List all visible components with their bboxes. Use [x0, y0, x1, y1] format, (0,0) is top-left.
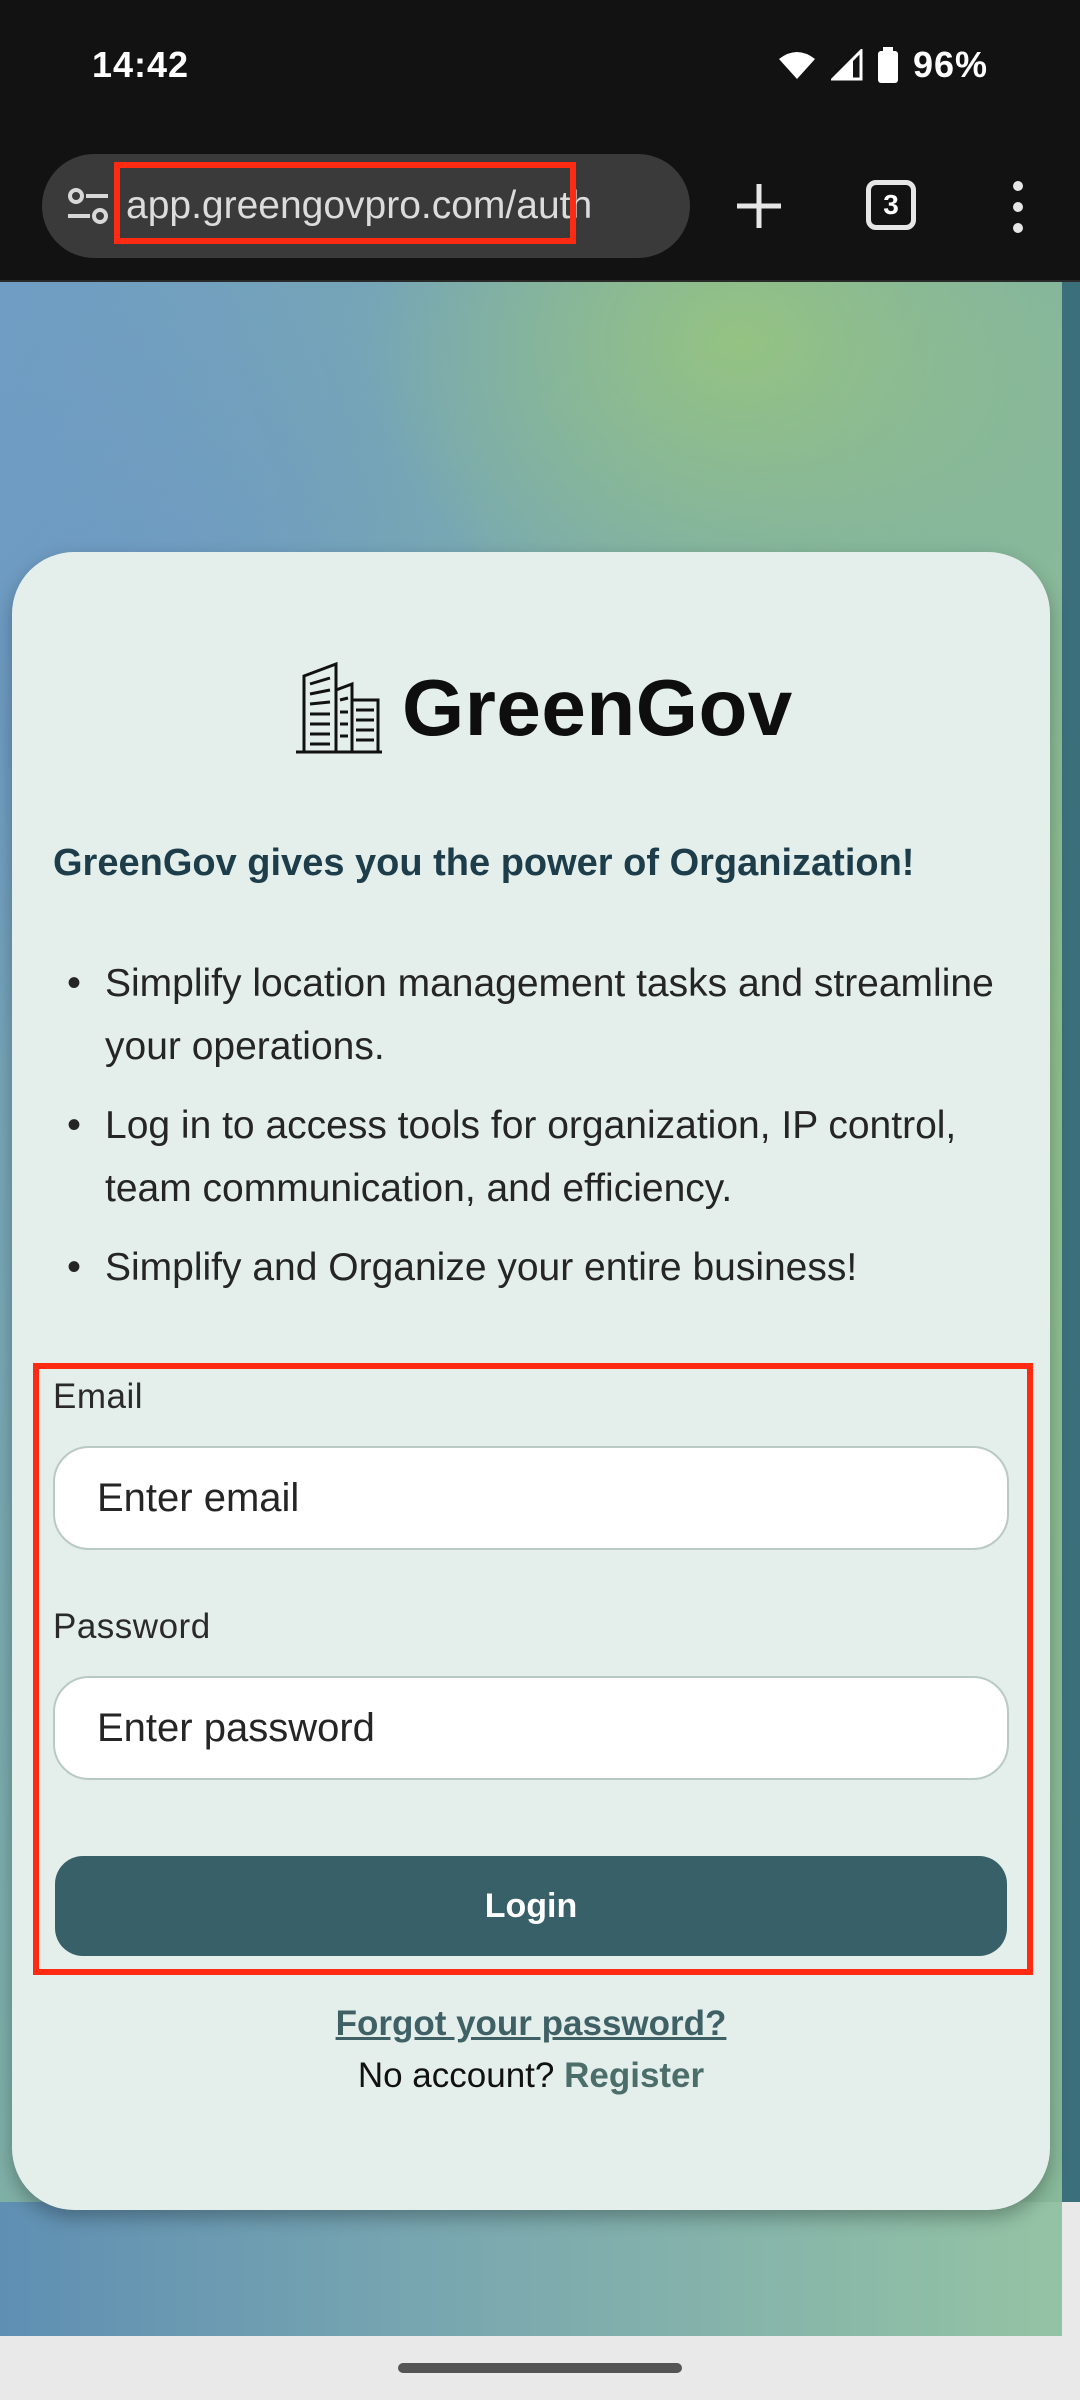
browser-toolbar: app.greengovpro.com/auth 3 — [0, 140, 1080, 282]
features-list: Simplify location management tasks and s… — [53, 952, 1003, 1315]
battery-icon — [877, 47, 898, 83]
signal-icon — [830, 49, 863, 81]
scrollbar[interactable] — [1062, 282, 1080, 2202]
forgot-password-link[interactable]: Forgot your password? — [0, 2004, 1062, 2044]
page-background-bottom — [0, 2202, 1062, 2336]
buildings-icon — [296, 661, 382, 754]
login-button[interactable]: Login — [55, 1856, 1007, 1956]
address-bar[interactable]: app.greengovpro.com/auth — [42, 154, 690, 258]
register-link[interactable]: Register — [564, 2056, 704, 2095]
more-vert-icon[interactable] — [1002, 172, 1034, 242]
tabs-icon[interactable]: 3 — [866, 180, 916, 230]
site-settings-icon[interactable] — [64, 182, 112, 230]
status-bar: 14:42 96% — [0, 0, 1080, 140]
logo-text: GreenGov — [402, 663, 793, 752]
home-handle[interactable] — [398, 2363, 682, 2373]
password-label: Password — [53, 1607, 211, 1646]
register-line: No account? Register — [0, 2056, 1062, 2096]
battery-percentage: 96% — [912, 44, 988, 85]
url-text[interactable]: app.greengovpro.com/auth — [126, 180, 686, 232]
wifi-icon — [778, 52, 815, 79]
no-account-text: No account? — [357, 2056, 555, 2095]
feature-item: Simplify and Organize your entire busine… — [53, 1236, 1003, 1299]
email-label: Email — [53, 1377, 144, 1416]
tagline: GreenGov gives you the power of Organiza… — [53, 842, 915, 884]
email-field[interactable] — [53, 1446, 1009, 1550]
password-field[interactable] — [53, 1676, 1009, 1780]
status-icons: 96% — [777, 44, 988, 86]
feature-item: Simplify location management tasks and s… — [53, 952, 1003, 1078]
logo: GreenGov — [294, 660, 793, 756]
plus-icon[interactable] — [725, 172, 793, 240]
feature-item: Log in to access tools for organization,… — [53, 1094, 1003, 1220]
status-time: 14:42 — [92, 44, 190, 85]
